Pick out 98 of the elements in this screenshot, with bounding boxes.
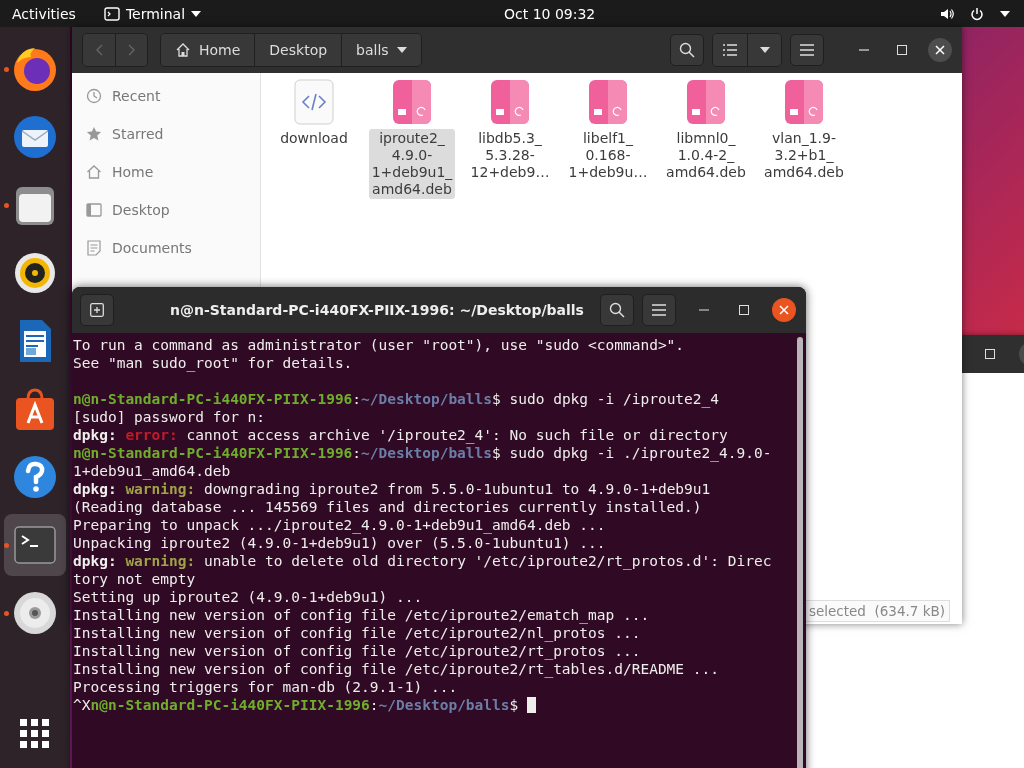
file-name: download: [279, 129, 349, 148]
search-icon: [679, 42, 695, 58]
file-name: libmnl0_ 1.0.4-2_ amd64.deb: [665, 129, 747, 182]
app-menu[interactable]: Terminal: [103, 5, 202, 22]
terminal-line: Installing new version of config file /etc/iproute2/rt_tables.d/README ...: [73, 660, 719, 678]
package-icon: [490, 79, 530, 125]
menu-icon: [652, 304, 666, 316]
terminal-line: dpkg: warning: downgrading iproute2 from 5.5.0-1ubuntu1 to 4.9.0-1+deb9u1: [73, 480, 711, 498]
file-name: vlan_1.9- 3.2+b1_ amd64.deb: [763, 129, 845, 182]
star-icon: [86, 126, 102, 142]
list-view-button[interactable]: [713, 34, 747, 66]
package-icon: [392, 79, 432, 125]
terminal-line: Unpacking iproute2 (4.9.0-1+deb9u1) over (5.5.0-1ubuntu1) ...: [73, 534, 606, 552]
back-icon: [95, 44, 103, 56]
desktop-icon: [86, 202, 102, 218]
close-button[interactable]: [928, 38, 952, 62]
list-icon: [723, 44, 737, 56]
maximize-icon: [897, 45, 907, 55]
volume-icon[interactable]: [940, 6, 954, 21]
terminal-line: tory not empty: [73, 570, 196, 588]
fox-globe-icon: [11, 45, 59, 93]
caret-icon: [191, 10, 202, 17]
caret-icon: [759, 47, 770, 53]
terminal-line: Preparing to unpack .../iproute2_4.9.0-1+deb9u1_amd64.deb ...: [73, 516, 606, 534]
search-icon: [609, 302, 625, 318]
terminal-line: Setting up iproute2 (4.9.0-1+deb9u1) ...: [73, 588, 423, 606]
running-indicator: [4, 543, 9, 548]
terminal-line: Installing new version of config file /etc/iproute2/rt_protos ...: [73, 642, 641, 660]
terminal-line: To run a command as administrator (user "root"), use "sudo <command>".: [73, 336, 685, 354]
home-icon: [175, 42, 191, 58]
app-grid-icon[interactable]: [19, 718, 51, 750]
window-title: n@n-Standard-PC-i440FX-PIIX-1996: ~/Desktop/balls: [169, 302, 585, 318]
minimize-icon: [699, 309, 709, 311]
terminal-line: n@n-Standard-PC-i440FX-PIIX-1996:~/Desktop/balls$ sudo dpkg -i /iproute2_4: [73, 390, 720, 408]
close-icon: [779, 305, 789, 315]
terminal-line: Processing triggers for man-db (2.9.1-1) ...: [73, 678, 458, 696]
disc-icon: [11, 589, 59, 637]
file-name: iproute2_ 4.9.0- 1+deb9u1_ amd64.deb: [368, 129, 456, 199]
home-icon: [86, 164, 102, 180]
path-button[interactable]: balls: [341, 34, 421, 66]
path-button[interactable]: Home: [161, 34, 255, 66]
terminal-line: [sudo] password for n:: [73, 408, 266, 426]
sidebar-item[interactable]: Recent: [72, 77, 260, 115]
clock-icon: [86, 88, 102, 104]
close-button[interactable]: [772, 298, 796, 322]
terminal-line: dpkg: warning: unable to delete old directory '/etc/iproute2/rt_protos.d': Direc: [73, 552, 772, 570]
sidebar-item[interactable]: Documents: [72, 229, 260, 267]
package-icon: [784, 79, 824, 125]
terminal-icon: [103, 6, 120, 21]
maximize-icon: [739, 305, 749, 315]
running-indicator: [4, 67, 9, 72]
menu-icon: [800, 44, 814, 56]
power-icon[interactable]: [970, 6, 984, 21]
sidebar-item[interactable]: Desktop: [72, 191, 260, 229]
file-item[interactable]: libmnl0_ 1.0.4-2_ amd64.deb: [657, 79, 755, 199]
maximize-icon[interactable]: [985, 349, 995, 359]
path-button[interactable]: Desktop: [254, 34, 342, 66]
terminal-line: Installing new version of config file /etc/iproute2/nl_protos ...: [73, 624, 641, 642]
package-icon: [686, 79, 726, 125]
file-item[interactable]: libdb5.3_ 5.3.28- 12+deb9…: [461, 79, 559, 199]
terminal-line: ^Xn@n-Standard-PC-i440FX-PIIX-1996:~/Desktop/balls$: [73, 696, 520, 714]
file-name: libelf1_ 0.168- 1+deb9u…: [567, 129, 649, 182]
caret-icon: [396, 47, 407, 53]
minimize-icon: [859, 49, 869, 51]
menu-button[interactable]: [642, 294, 676, 326]
close-icon: [935, 45, 945, 55]
file-item[interactable]: iproute2_ 4.9.0- 1+deb9u1_ amd64.deb: [363, 79, 461, 199]
running-indicator: [4, 203, 9, 208]
search-button[interactable]: [600, 294, 634, 326]
search-button[interactable]: [670, 34, 704, 66]
new-tab-button[interactable]: [80, 294, 114, 326]
sidebar-item[interactable]: Starred: [72, 115, 260, 153]
file-item[interactable]: vlan_1.9- 3.2+b1_ amd64.deb: [755, 79, 853, 199]
sidebar-item[interactable]: Home: [72, 153, 260, 191]
clock[interactable]: Oct 10 09:32: [504, 5, 596, 22]
terminal-line: n@n-Standard-PC-i440FX-PIIX-1996:~/Desktop/balls$ sudo dpkg -i ./iproute2_4.9.0-: [73, 444, 772, 462]
terminal-line: Installing new version of config file /etc/iproute2/ematch_map ...: [73, 606, 650, 624]
view-options-button[interactable]: [747, 34, 781, 66]
bird-mail-icon: [11, 113, 59, 161]
file-item[interactable]: download: [265, 79, 363, 199]
code-file-icon: [294, 79, 334, 125]
forward-icon: [127, 44, 136, 56]
terminal-line: (Reading database ... 145569 files and directories currently installed.): [73, 498, 702, 516]
file-name: libdb5.3_ 5.3.28- 12+deb9…: [469, 129, 551, 182]
activities-button[interactable]: Activities: [0, 5, 80, 22]
scrollbar[interactable]: [797, 337, 803, 768]
terminal-line: 1+deb9u1_amd64.deb: [73, 462, 231, 480]
terminal-line: dpkg: error: cannot access archive '/iproute2_4': No such file or directory: [73, 426, 728, 444]
plus-icon: [90, 303, 104, 317]
help-icon: [11, 453, 59, 501]
caret-icon[interactable]: [1000, 10, 1010, 17]
file-item[interactable]: libelf1_ 0.168- 1+deb9u…: [559, 79, 657, 199]
package-icon: [588, 79, 628, 125]
document-icon: [86, 240, 102, 256]
menu-button[interactable]: [790, 34, 824, 66]
terminal-line: See "man sudo_root" for details.: [73, 354, 353, 372]
running-indicator: [4, 611, 9, 616]
status-label: selected (634.7 kB): [803, 600, 950, 622]
